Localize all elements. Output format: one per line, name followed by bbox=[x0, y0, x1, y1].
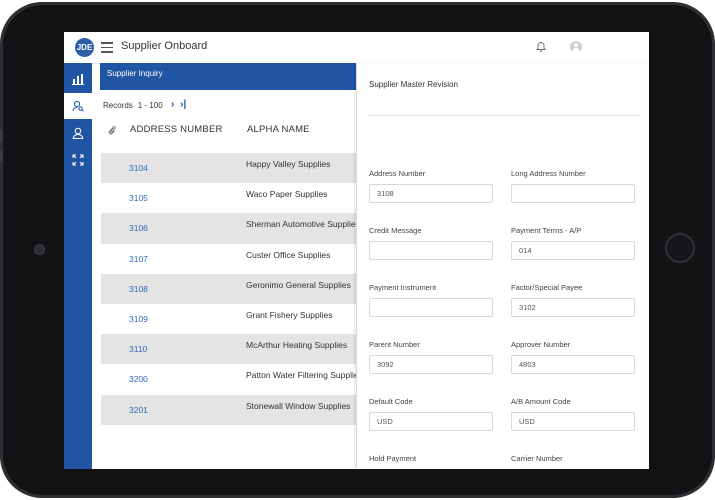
address-number-link[interactable]: 3104 bbox=[129, 163, 148, 173]
payment-instrument-input[interactable] bbox=[369, 298, 493, 317]
table-row[interactable]: 3110 McArthur Heating Supplies bbox=[101, 334, 357, 365]
records-info: Records 1 - 100 bbox=[103, 101, 163, 110]
long-address-number-input[interactable] bbox=[511, 184, 635, 203]
hamburger-menu-icon[interactable] bbox=[101, 42, 113, 53]
default-code-input[interactable]: USD bbox=[369, 412, 493, 431]
field-label: Long Address Number bbox=[511, 169, 586, 178]
credit-message-input[interactable] bbox=[369, 241, 493, 260]
field-label: Approver Number bbox=[511, 340, 571, 349]
rail-item-supplier-search[interactable] bbox=[64, 93, 92, 119]
expand-icon bbox=[72, 154, 84, 166]
last-page-icon[interactable]: ›| bbox=[180, 99, 186, 110]
field-label: Address Number bbox=[369, 169, 426, 178]
table-row[interactable]: 3108 Geronimo General Supplies bbox=[101, 273, 357, 304]
alpha-name: Stonewall Window Supplies bbox=[246, 400, 351, 411]
paperclip-icon bbox=[108, 126, 116, 135]
column-header-address-number[interactable]: ADDRESS NUMBER bbox=[130, 124, 223, 135]
address-number-link[interactable]: 3201 bbox=[129, 405, 148, 415]
alpha-name: Geronimo General Supplies bbox=[246, 279, 351, 290]
revision-panel: Supplier Master Revision Address Number … bbox=[356, 63, 649, 469]
volume-button bbox=[0, 150, 3, 162]
app-logo[interactable]: JDE bbox=[75, 38, 94, 57]
left-rail: › bbox=[64, 63, 92, 469]
records-label: Records bbox=[103, 101, 133, 110]
table-row[interactable]: 3106 Sherman Automotive Supplies bbox=[101, 213, 357, 244]
tablet-frame: JDE Supplier Onboard Supplier Inquiry Re… bbox=[0, 0, 715, 500]
table-row[interactable]: 3109 Grant Fishery Supplies bbox=[101, 304, 357, 334]
alpha-name: McArthur Heating Supplies bbox=[246, 340, 348, 351]
parent-number-input[interactable]: 3092 bbox=[369, 355, 493, 374]
column-header-alpha-name[interactable]: ALPHA NAME bbox=[247, 124, 310, 135]
rail-item-user[interactable] bbox=[64, 120, 92, 146]
field-label: Payment Terms - A/P bbox=[511, 226, 582, 235]
factor-special-payee-input[interactable]: 3102 bbox=[511, 298, 635, 317]
field-label: Payment Instrument bbox=[369, 283, 437, 292]
app-title: Supplier Onboard bbox=[121, 40, 208, 52]
table-row[interactable]: 3107 Custer Office Supplies bbox=[101, 244, 357, 274]
address-number-link[interactable]: 3110 bbox=[129, 344, 147, 354]
next-page-icon[interactable]: › bbox=[171, 99, 174, 110]
table-row[interactable]: 3201 Stonewall Window Supplies bbox=[101, 394, 357, 425]
user-avatar-icon[interactable] bbox=[570, 41, 582, 53]
address-number-input[interactable]: 3108 bbox=[369, 184, 493, 203]
alpha-name: Sherman Automotive Supplies bbox=[246, 219, 357, 230]
field-label: Carrier Number bbox=[511, 454, 563, 463]
bar-chart-icon bbox=[72, 73, 84, 85]
supplier-search-icon bbox=[72, 100, 84, 112]
table-row[interactable]: 3104 Happy Valley Supplies bbox=[101, 153, 357, 184]
ab-amount-code-input[interactable]: USD bbox=[511, 412, 635, 431]
alpha-name: Grant Fishery Supplies bbox=[246, 309, 333, 320]
bell-icon[interactable] bbox=[535, 41, 547, 53]
inquiry-title: Supplier Inquiry bbox=[107, 69, 163, 78]
alpha-name: Happy Valley Supplies bbox=[246, 159, 331, 169]
field-label: Credit Message bbox=[369, 226, 422, 235]
user-icon bbox=[72, 127, 84, 139]
field-label: Hold Payment bbox=[369, 454, 417, 463]
table-row[interactable]: 3200 Patton Water Filtering Supplies bbox=[101, 364, 357, 394]
records-range: 1 - 100 bbox=[137, 101, 163, 110]
rail-item-dashboard[interactable] bbox=[64, 66, 92, 92]
address-number-link[interactable]: 3106 bbox=[129, 223, 148, 233]
rail-item-expand[interactable] bbox=[64, 147, 92, 173]
alpha-name: Patton Water Filtering Supplies bbox=[246, 370, 357, 381]
alpha-name: Custer Office Supplies bbox=[246, 249, 331, 260]
home-button[interactable] bbox=[665, 233, 695, 263]
approver-number-input[interactable]: 4803 bbox=[511, 355, 635, 374]
payment-terms-input[interactable]: 014 bbox=[511, 241, 635, 260]
address-number-link[interactable]: 3107 bbox=[129, 254, 148, 264]
address-number-link[interactable]: 3108 bbox=[129, 284, 148, 294]
inquiry-header: Supplier Inquiry bbox=[100, 63, 360, 90]
records-nav: › ›| bbox=[171, 99, 186, 110]
address-number-link[interactable]: 3105 bbox=[129, 193, 148, 203]
supplier-grid: 3104 Happy Valley Supplies 3105 Waco Pap… bbox=[101, 153, 357, 425]
volume-button bbox=[0, 130, 3, 142]
address-number-link[interactable]: 3109 bbox=[129, 314, 148, 324]
divider bbox=[369, 115, 641, 116]
alpha-name: Waco Paper Supplies bbox=[246, 189, 328, 200]
field-label: A/B Amount Code bbox=[511, 397, 571, 406]
top-bar: JDE Supplier Onboard bbox=[64, 32, 649, 64]
field-label: Factor/Special Payee bbox=[511, 283, 583, 292]
field-label: Parent Number bbox=[369, 340, 420, 349]
field-label: Default Code bbox=[369, 397, 413, 406]
app-screen: JDE Supplier Onboard Supplier Inquiry Re… bbox=[64, 32, 649, 469]
table-row[interactable]: 3105 Waco Paper Supplies bbox=[101, 183, 357, 213]
camera bbox=[34, 244, 45, 255]
revision-title: Supplier Master Revision bbox=[369, 80, 458, 89]
address-number-link[interactable]: 3200 bbox=[129, 374, 148, 384]
